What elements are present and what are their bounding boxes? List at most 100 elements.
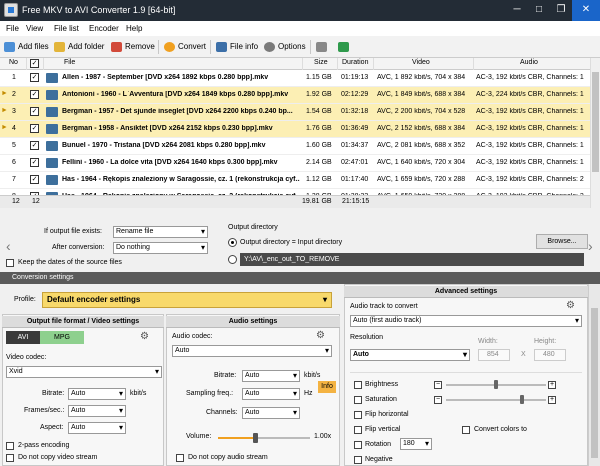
close-icon[interactable]: ✕ (572, 0, 600, 21)
toolbar: Add files Add folder Remove Convert File… (0, 36, 600, 58)
fps-select[interactable]: Auto (68, 405, 126, 417)
row-checkbox[interactable]: ✓ (30, 158, 39, 167)
after-conversion-select[interactable]: Do nothing (113, 242, 208, 254)
brightness-checkbox[interactable] (354, 381, 362, 389)
brightness-plus-button[interactable]: + (548, 381, 556, 389)
volume-slider[interactable] (252, 433, 258, 443)
advanced-scrollbar[interactable] (588, 284, 600, 466)
sampling-freq-select[interactable]: Auto (242, 388, 300, 400)
row-checkbox[interactable]: ✓ (30, 141, 39, 150)
add-files-button[interactable]: Add files (4, 40, 49, 54)
menu-file-list[interactable]: File list (54, 24, 79, 33)
add-folder-button[interactable]: Add folder (54, 40, 104, 54)
table-row[interactable]: 7 ✓ Has - 1964 - Rękopis znaleziony w Sara… (0, 172, 590, 189)
table-row[interactable]: 1 ✓ Allen - 1987 - September [DVD x264 189… (0, 70, 590, 87)
table-row[interactable]: ► 2 ✓ Antonioni - 1960 - L`Avventura [DVD x… (0, 87, 590, 104)
brightness-minus-button[interactable]: − (434, 381, 442, 389)
row-checkbox[interactable]: ✓ (30, 124, 39, 133)
flip-v-checkbox[interactable] (354, 426, 362, 434)
film-info-icon (216, 42, 227, 52)
tab-mpg[interactable]: MPG (40, 331, 84, 344)
file-info-button[interactable]: File info (216, 40, 258, 54)
no-audio-checkbox[interactable] (176, 454, 184, 462)
options-button[interactable]: Options (264, 40, 306, 54)
audio-track-select[interactable]: Auto (first audio track) (350, 315, 582, 327)
col-no[interactable]: No (9, 59, 18, 66)
rotation-select[interactable]: 180 (400, 438, 432, 450)
profile-select[interactable]: Default encoder settings (42, 292, 332, 308)
video-codec-select[interactable]: Xvid (6, 366, 162, 378)
select-all-checkbox[interactable]: ✓ (30, 59, 39, 68)
convert-colors-checkbox[interactable] (462, 426, 470, 434)
info-button[interactable]: Info (318, 381, 336, 393)
minimize-icon[interactable]: ─ (506, 0, 528, 21)
advanced-gear-icon[interactable]: ⚙ (566, 300, 575, 311)
remove-icon (111, 42, 122, 52)
browse-button[interactable]: Browse... (536, 234, 588, 249)
if-exists-select[interactable]: Rename file (113, 226, 208, 238)
advanced-settings-panel (344, 284, 588, 466)
restore-icon[interactable]: ❐ (550, 0, 572, 21)
maximize-icon[interactable]: □ (528, 0, 550, 21)
convert-button[interactable]: Convert (164, 40, 206, 54)
remove-button[interactable]: Remove (111, 40, 155, 54)
volume-fill (218, 437, 255, 439)
home-button[interactable] (316, 40, 330, 54)
custom-dir-radio[interactable] (228, 255, 237, 264)
audio-gear-icon[interactable]: ⚙ (316, 330, 325, 341)
col-duration[interactable]: Duration (342, 59, 368, 66)
row-arrow-icon: ► (1, 124, 8, 131)
video-gear-icon[interactable]: ⚙ (140, 331, 149, 342)
flip-h-checkbox[interactable] (354, 411, 362, 419)
row-file-name: Bergman - 1958 - Ansiktet [DVD x264 2152… (62, 125, 273, 132)
next-arrow-icon[interactable]: › (588, 238, 593, 254)
row-checkbox[interactable]: ✓ (30, 73, 39, 82)
aspect-select[interactable]: Auto (68, 422, 126, 434)
saturation-plus-button[interactable]: + (548, 396, 556, 404)
table-row[interactable]: ► 3 ✓ Bergman - 1957 - Det sjunde inseglet … (0, 104, 590, 121)
row-checkbox[interactable]: ✓ (30, 175, 39, 184)
keep-dates-checkbox[interactable] (6, 259, 14, 267)
menu-file[interactable]: File (6, 24, 19, 33)
output-path-field[interactable]: Y:\AV\_enc_out_TO_REMOVE (240, 253, 584, 266)
row-checkbox[interactable]: ✓ (30, 107, 39, 116)
tab-avi[interactable]: AVI (6, 331, 40, 344)
height-input[interactable]: 480 (534, 349, 566, 361)
menu-view[interactable]: View (26, 24, 43, 33)
row-audio: AC-3, 192 kbit/s CBR, Channels: 2 (476, 176, 584, 183)
total-duration: 21:15:15 (342, 198, 370, 205)
brightness-slider[interactable] (494, 380, 498, 389)
table-row[interactable]: 6 ✓ Fellini - 1960 - La dolce vita [DVD x2… (0, 155, 590, 172)
pin-button[interactable] (338, 40, 352, 54)
row-checkbox[interactable]: ✓ (30, 90, 39, 99)
audio-codec-select[interactable]: Auto (172, 345, 332, 357)
resolution-select[interactable]: Auto (350, 349, 470, 361)
negative-checkbox[interactable] (354, 456, 362, 464)
audio-panel-header: Audio settings (166, 316, 340, 328)
row-size: 1.12 GB (306, 176, 332, 183)
col-file[interactable]: File (64, 59, 75, 66)
saturation-slider[interactable] (520, 395, 524, 404)
rotation-checkbox[interactable] (354, 441, 362, 449)
saturation-checkbox[interactable] (354, 396, 362, 404)
table-scrollbar[interactable] (590, 58, 600, 208)
add-files-icon (4, 42, 15, 52)
col-size[interactable]: Size (314, 59, 328, 66)
same-dir-radio[interactable] (228, 238, 237, 247)
col-audio[interactable]: Audio (520, 59, 538, 66)
table-row[interactable]: ► 4 ✓ Bergman - 1958 - Ansiktet [DVD x264 2… (0, 121, 590, 138)
two-pass-checkbox[interactable] (6, 442, 14, 450)
saturation-minus-button[interactable]: − (434, 396, 442, 404)
width-input[interactable]: 854 (478, 349, 510, 361)
channels-select[interactable]: Auto (242, 407, 300, 419)
audio-bitrate-select[interactable]: Auto (242, 370, 300, 382)
no-video-checkbox[interactable] (6, 454, 14, 462)
menu-help[interactable]: Help (126, 24, 142, 33)
col-video[interactable]: Video (412, 59, 430, 66)
bitrate-select[interactable]: Auto (68, 388, 126, 400)
menu-encoder[interactable]: Encoder (89, 24, 119, 33)
prev-arrow-icon[interactable]: ‹ (6, 238, 11, 254)
resolution-label: Resolution (350, 334, 384, 341)
table-row[interactable]: 5 ✓ Bunuel - 1970 - Tristana [DVD x264 208… (0, 138, 590, 155)
video-file-icon (46, 73, 58, 83)
